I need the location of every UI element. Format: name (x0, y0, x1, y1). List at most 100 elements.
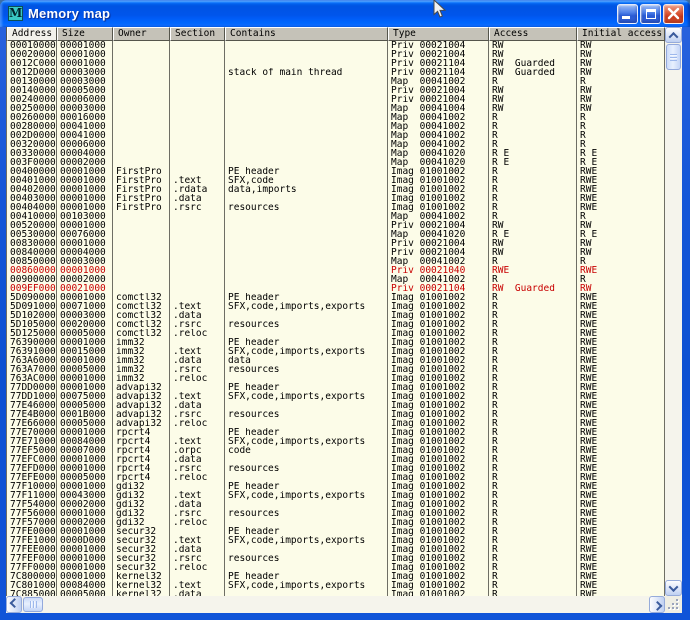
table-row[interactable]: 77FF000000001000secur32.relocImag 010010… (7, 563, 665, 572)
table-row[interactable]: 0090000000002000Map 00041002RR (7, 275, 665, 284)
horizontal-scrollbar[interactable] (6, 596, 665, 613)
maximize-button[interactable] (640, 4, 661, 24)
table-row[interactable]: 0040000000001000FirstProPE headerImag 01… (7, 167, 665, 176)
cell-initial_access: RW (577, 59, 665, 68)
table-row[interactable]: 77FE000000001000secur32PE headerImag 010… (7, 527, 665, 536)
table-row[interactable]: 77E6600000005000advapi32.relocImag 01001… (7, 419, 665, 428)
table-row[interactable]: 77EFD00000001000rpcrt4.rsrcresourcesImag… (7, 464, 665, 473)
vertical-scroll-thumb[interactable] (666, 44, 681, 70)
table-row[interactable]: 77EFE00000005000rpcrt4.relocImag 0100100… (7, 473, 665, 482)
table-row[interactable]: 77EFC00000001000rpcrt4.dataImag 01001002… (7, 455, 665, 464)
minimize-button[interactable] (617, 4, 638, 24)
table-row[interactable]: 77F5700000002000gdi32.relocImag 01001002… (7, 518, 665, 527)
scroll-left-button[interactable] (6, 596, 22, 613)
column-header-type[interactable]: Type (388, 27, 489, 41)
table-row[interactable]: 0032000000006000Map 00041002RR (7, 140, 665, 149)
cell-access: R (489, 77, 577, 86)
table-row[interactable]: 0085000000003000Map 00041002RR (7, 257, 665, 266)
column-header-contains[interactable]: Contains (225, 27, 388, 41)
table-row[interactable]: 77F5600000001000gdi32.rsrcresourcesImag … (7, 509, 665, 518)
cell-contains (225, 401, 388, 410)
table-row[interactable]: 763A600000001000imm32.datadataImag 01001… (7, 356, 665, 365)
table-row[interactable]: 002D000000041000Map 00041002RR (7, 131, 665, 140)
cell-address: 5D090000 (7, 293, 57, 302)
scroll-up-button[interactable] (665, 27, 682, 43)
column-header-owner[interactable]: Owner (113, 27, 170, 41)
cell-contains: resources (225, 320, 388, 329)
table-row[interactable]: 77E4B0000001B000advapi32.rsrcresourcesIm… (7, 410, 665, 419)
table-row[interactable]: 0052000000001000Priv 00021004RWRW (7, 221, 665, 230)
table-row[interactable]: 0014000000005000Priv 00021004RWRW (7, 86, 665, 95)
table-row[interactable]: 77F1100000043000gdi32.textSFX,code,impor… (7, 491, 665, 500)
table-row[interactable]: 0040400000001000FirstPro.rsrcresourcesIm… (7, 203, 665, 212)
table-row[interactable]: 0083000000001000Priv 00021004RWRW (7, 239, 665, 248)
cell-size: 00005000 (57, 419, 113, 428)
cell-size: 00001000 (57, 266, 113, 275)
column-header-address[interactable]: Address (7, 27, 57, 41)
table-row[interactable]: 77DD000000001000advapi32PE headerImag 01… (7, 383, 665, 392)
table-row[interactable]: 0084000000004000Priv 00021004RWRW (7, 248, 665, 257)
cell-address: 77DD0000 (7, 383, 57, 392)
table-row[interactable]: 77F1000000001000gdi32PE headerImag 01001… (7, 482, 665, 491)
cell-owner (113, 239, 170, 248)
table-row[interactable]: 0001000000001000Priv 00021004RWRW (7, 41, 665, 50)
table-row[interactable]: 77DD100000075000advapi32.textSFX,code,im… (7, 392, 665, 401)
table-row[interactable]: 0026000000016000Map 00041002RR (7, 113, 665, 122)
table-row[interactable]: 77E4600000005000advapi32.dataImag 010010… (7, 401, 665, 410)
table-row[interactable]: 0040200000001000FirstPro.rdatadata,impor… (7, 185, 665, 194)
table-row[interactable]: 0024000000006000Priv 00021004RWRW (7, 95, 665, 104)
column-header-initial_access[interactable]: Initial access (577, 27, 665, 41)
scroll-down-button[interactable] (665, 580, 682, 596)
column-header-section[interactable]: Section (170, 27, 225, 41)
table-row[interactable]: 0012D00000003000stack of main threadPriv… (7, 68, 665, 77)
table-row[interactable]: 7C80100000084000kernel32.textSFX,code,im… (7, 581, 665, 590)
close-button[interactable] (663, 4, 684, 24)
cell-contains (225, 194, 388, 203)
column-header-size[interactable]: Size (57, 27, 113, 41)
table-row[interactable]: 7639100000015000imm32.textSFX,code,impor… (7, 347, 665, 356)
table-row[interactable]: 0053000000076000Map 00041020R ER E (7, 230, 665, 239)
table-row[interactable]: 0086000000001000Priv 00021040RWERWE (7, 266, 665, 275)
scroll-right-button[interactable] (649, 596, 665, 613)
horizontal-scroll-thumb[interactable] (23, 597, 43, 612)
table-row[interactable]: 5D09100000071000comctl32.textSFX,code,im… (7, 302, 665, 311)
cell-address: 77EFC000 (7, 455, 57, 464)
table-row[interactable]: 77E7100000084000rpcrt4.textSFX,code,impo… (7, 437, 665, 446)
table-row[interactable]: 0041000000103000Map 00041002RR (7, 212, 665, 221)
table-row[interactable]: 7639000000001000imm32PE headerImag 01001… (7, 338, 665, 347)
table-row[interactable]: 763A700000005000imm32.rsrcresourcesImag … (7, 365, 665, 374)
table-row[interactable]: 5D12500000005000comctl32.relocImag 01001… (7, 329, 665, 338)
table-row[interactable]: 77FEF00000001000secur32.rsrcresourcesIma… (7, 554, 665, 563)
titlebar[interactable]: M Memory map (0, 0, 690, 27)
table-row[interactable]: 0040300000001000FirstPro.dataImag 010010… (7, 194, 665, 203)
cell-size: 00001000 (57, 383, 113, 392)
table-row[interactable]: 763AC00000001000imm32.relocImag 01001002… (7, 374, 665, 383)
table-row[interactable]: 0040100000001000FirstPro.textSFX,codeIma… (7, 176, 665, 185)
table-row[interactable]: 7C80000000001000kernel32PE headerImag 01… (7, 572, 665, 581)
table-row[interactable]: 77F5400000002000gdi32.dataImag 01001002R… (7, 500, 665, 509)
cell-owner (113, 104, 170, 113)
table-row[interactable]: 0028000000041000Map 00041002RR (7, 122, 665, 131)
table-row[interactable]: 5D09000000001000comctl32PE headerImag 01… (7, 293, 665, 302)
table-row[interactable]: 0025000000003000Map 00041004RWRW (7, 104, 665, 113)
table-row[interactable]: 0002000000001000Priv 00021004RWRW (7, 50, 665, 59)
table-row[interactable]: 77FEE00000001000secur32.dataImag 0100100… (7, 545, 665, 554)
table-row[interactable]: 0033000000004000Map 00041020R ER E (7, 149, 665, 158)
table-row[interactable]: 003F000000002000Map 00041020R ER E (7, 158, 665, 167)
cell-access: R (489, 212, 577, 221)
resize-grip-corner[interactable] (665, 596, 682, 613)
cell-contains (225, 131, 388, 140)
cell-owner (113, 275, 170, 284)
table-row[interactable]: 77EF500000007000rpcrt4.orpccodeImag 0100… (7, 446, 665, 455)
table-row[interactable]: 5D10200000003000comctl32.dataImag 010010… (7, 311, 665, 320)
table-row[interactable]: 5D10500000020000comctl32.rsrcresourcesIm… (7, 320, 665, 329)
cell-initial_access: R (577, 131, 665, 140)
table-row[interactable]: 77FE10000000D000secur32.textSFX,code,imp… (7, 536, 665, 545)
table-row[interactable]: 0013000000003000Map 00041002RR (7, 77, 665, 86)
cell-address: 77F10000 (7, 482, 57, 491)
vertical-scrollbar[interactable] (665, 27, 682, 596)
table-row[interactable]: 009EF00000021000Priv 00021104RW GuardedR… (7, 284, 665, 293)
table-row[interactable]: 0012C00000001000Priv 00021104RW GuardedR… (7, 59, 665, 68)
table-row[interactable]: 77E7000000001000rpcrt4PE headerImag 0100… (7, 428, 665, 437)
column-header-access[interactable]: Access (489, 27, 577, 41)
